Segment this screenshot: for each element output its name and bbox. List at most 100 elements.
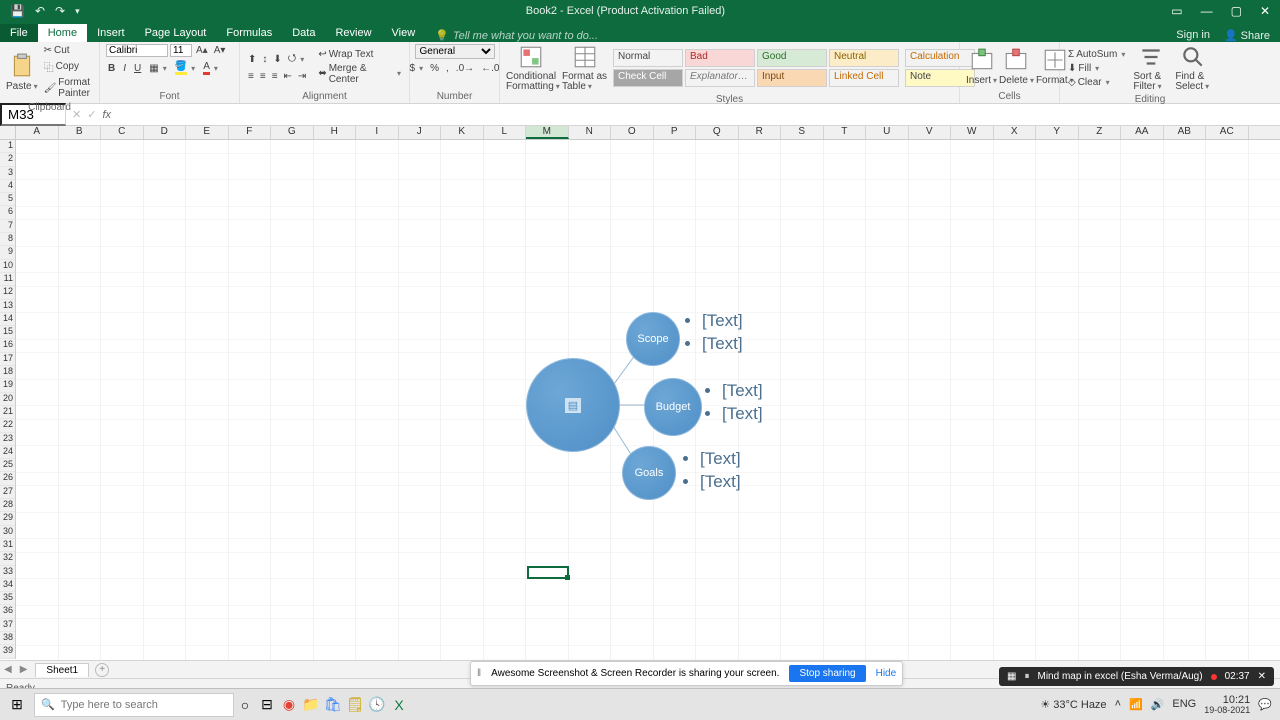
col-header-B[interactable]: B — [59, 126, 102, 139]
col-header-F[interactable]: F — [229, 126, 272, 139]
col-header-V[interactable]: V — [909, 126, 952, 139]
fill-color-button[interactable]: 🪣 — [173, 60, 197, 76]
col-header-A[interactable]: A — [16, 126, 59, 139]
col-header-U[interactable]: U — [866, 126, 909, 139]
chrome-icon[interactable]: ◉ — [278, 694, 300, 716]
tab-insert[interactable]: Insert — [87, 24, 135, 42]
merge-center-button[interactable]: ⬌Merge & Center — [316, 62, 403, 86]
row-header-16[interactable]: 16 — [0, 339, 15, 352]
select-all-corner[interactable] — [0, 126, 16, 139]
col-header-G[interactable]: G — [271, 126, 314, 139]
style-linked-cell[interactable]: Linked Cell — [829, 69, 899, 87]
accounting-format-icon[interactable]: $ — [408, 62, 426, 75]
borders-button[interactable]: ▦ — [147, 60, 168, 76]
conditional-formatting-button[interactable]: Conditional Formatting — [506, 44, 556, 92]
row-header-4[interactable]: 4 — [0, 180, 15, 193]
row-header-30[interactable]: 30 — [0, 526, 15, 539]
row-header-10[interactable]: 10 — [0, 260, 15, 273]
notifications-icon[interactable]: 💬 — [1258, 698, 1272, 711]
align-center-icon[interactable]: ≡ — [258, 70, 268, 83]
row-header-28[interactable]: 28 — [0, 499, 15, 512]
col-header-AA[interactable]: AA — [1121, 126, 1164, 139]
node-goals[interactable]: Goals — [622, 446, 676, 500]
volume-icon[interactable]: 🔊 — [1151, 698, 1165, 711]
row-header-11[interactable]: 11 — [0, 273, 15, 286]
row-header-25[interactable]: 25 — [0, 459, 15, 472]
tab-data[interactable]: Data — [282, 24, 325, 42]
save-icon[interactable]: 💾 — [10, 4, 25, 18]
align-left-icon[interactable]: ≡ — [246, 70, 256, 83]
increase-font-icon[interactable]: A▴ — [194, 44, 210, 57]
indent-increase-icon[interactable]: ⇥ — [296, 70, 308, 83]
share-button[interactable]: 👤Share — [1224, 29, 1270, 42]
insert-cells-button[interactable]: Insert — [966, 47, 997, 86]
sheet-nav-prev[interactable]: ◀ — [0, 664, 16, 675]
tab-file[interactable]: File — [0, 24, 38, 42]
start-button[interactable]: ⊞ — [0, 696, 34, 713]
style-check-cell[interactable]: Check Cell — [613, 69, 683, 87]
col-header-N[interactable]: N — [569, 126, 612, 139]
orientation-icon[interactable]: ⭯ — [286, 50, 306, 69]
row-header-14[interactable]: 14 — [0, 313, 15, 326]
tray-date[interactable]: 19-08-2021 — [1204, 706, 1250, 716]
node-budget[interactable]: Budget — [644, 378, 702, 436]
node-scope[interactable]: Scope — [626, 312, 680, 366]
worksheet-grid[interactable]: ABCDEFGHIJKLMNOPQRSTUVWXYZAAABAC 1234567… — [0, 126, 1280, 660]
maximize-icon[interactable]: ▢ — [1231, 4, 1242, 18]
align-right-icon[interactable]: ≡ — [270, 70, 280, 83]
cell-styles-gallery[interactable]: Normal Bad Good Neutral Check Cell Expla… — [613, 49, 899, 87]
number-format-select[interactable]: General — [415, 44, 495, 59]
row-header-2[interactable]: 2 — [0, 153, 15, 166]
col-header-W[interactable]: W — [951, 126, 994, 139]
col-header-K[interactable]: K — [441, 126, 484, 139]
row-header-18[interactable]: 18 — [0, 366, 15, 379]
row-header-29[interactable]: 29 — [0, 512, 15, 525]
formula-input[interactable] — [117, 113, 1280, 117]
col-header-I[interactable]: I — [356, 126, 399, 139]
autosum-button[interactable]: ΣAutoSum — [1066, 48, 1127, 61]
align-middle-icon[interactable]: ↕ — [260, 50, 269, 69]
col-header-P[interactable]: P — [654, 126, 697, 139]
align-top-icon[interactable]: ⬆ — [246, 50, 258, 69]
row-header-8[interactable]: 8 — [0, 233, 15, 246]
row-header-37[interactable]: 37 — [0, 619, 15, 632]
fx-icon[interactable]: fx — [102, 109, 111, 121]
col-header-AC[interactable]: AC — [1206, 126, 1249, 139]
taskbar-search[interactable]: 🔍 Type here to search — [34, 693, 234, 717]
paste-button[interactable]: Paste — [6, 53, 38, 92]
tray-clock[interactable]: 10:21 — [1204, 694, 1250, 706]
row-header-39[interactable]: 39 — [0, 645, 15, 658]
row-header-22[interactable]: 22 — [0, 419, 15, 432]
store-icon[interactable]: 🛍 — [322, 694, 344, 716]
center-node[interactable]: ▤ — [526, 358, 620, 452]
row-header-12[interactable]: 12 — [0, 286, 15, 299]
underline-button[interactable]: U — [132, 60, 143, 76]
new-sheet-button[interactable]: + — [95, 663, 109, 677]
row-header-35[interactable]: 35 — [0, 592, 15, 605]
recording-pill[interactable]: ▦⏸ Mind map in excel (Esha Verma/Aug) 02… — [999, 667, 1274, 686]
col-header-J[interactable]: J — [399, 126, 442, 139]
row-header-19[interactable]: 19 — [0, 379, 15, 392]
clock-app-icon[interactable]: 🕓 — [366, 694, 388, 716]
col-header-Z[interactable]: Z — [1079, 126, 1122, 139]
row-header-26[interactable]: 26 — [0, 472, 15, 485]
find-select-button[interactable]: Find & Select — [1175, 44, 1211, 92]
undo-icon[interactable]: ↶ — [35, 4, 45, 18]
col-header-AB[interactable]: AB — [1164, 126, 1207, 139]
file-explorer-icon[interactable]: 📁 — [300, 694, 322, 716]
tab-review[interactable]: Review — [325, 24, 381, 42]
bold-button[interactable]: B — [106, 60, 117, 76]
row-header-27[interactable]: 27 — [0, 486, 15, 499]
minimize-icon[interactable]: — — [1201, 4, 1213, 18]
col-header-Q[interactable]: Q — [696, 126, 739, 139]
delete-cells-button[interactable]: Delete — [999, 47, 1034, 86]
row-header-6[interactable]: 6 — [0, 206, 15, 219]
col-header-C[interactable]: C — [101, 126, 144, 139]
col-header-T[interactable]: T — [824, 126, 867, 139]
row-header-20[interactable]: 20 — [0, 393, 15, 406]
wrap-text-button[interactable]: ↩Wrap Text — [316, 48, 403, 61]
task-view-icon[interactable]: ⊟ — [256, 694, 278, 716]
close-icon[interactable]: ✕ — [1260, 4, 1270, 18]
row-header-34[interactable]: 34 — [0, 579, 15, 592]
style-normal[interactable]: Normal — [613, 49, 683, 67]
